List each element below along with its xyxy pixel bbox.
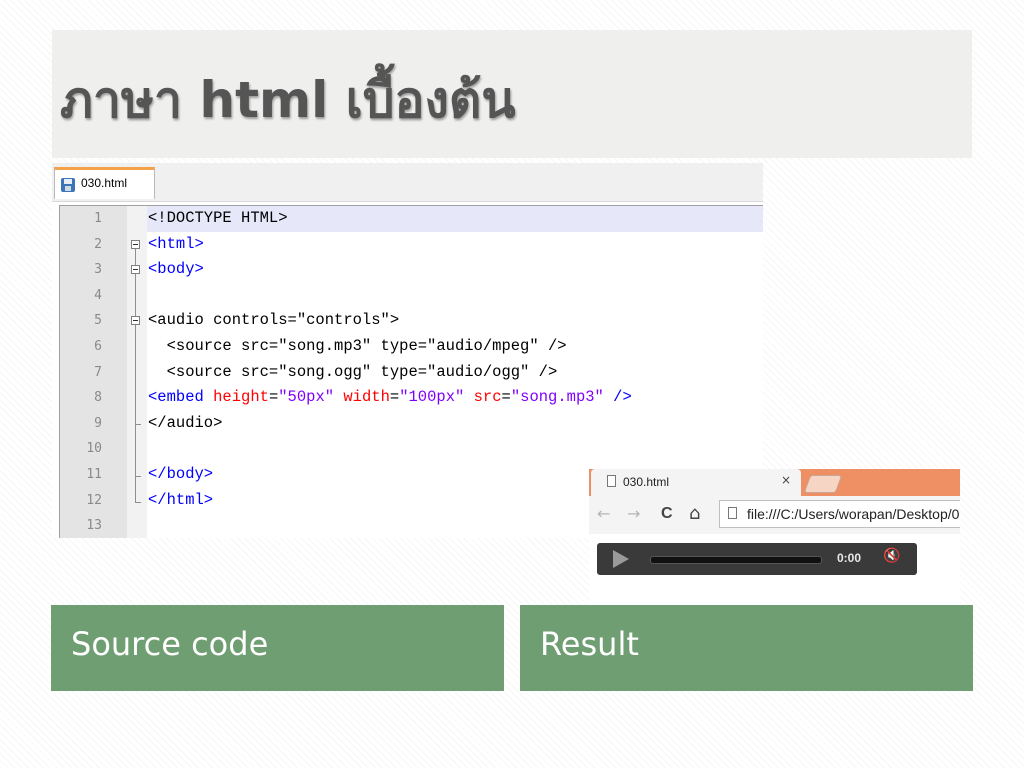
code-text: <audio controls="controls"> — [148, 311, 400, 330]
line-number: 2 — [94, 236, 102, 252]
code-text: <source src="song.ogg" type="audio/ogg" … — [148, 362, 558, 381]
code-text: <body> — [148, 260, 204, 279]
line-number: 13 — [86, 518, 102, 534]
code-text: <!DOCTYPE HTML> — [148, 209, 288, 227]
seek-bar[interactable] — [650, 556, 822, 564]
fold-end-tick — [135, 424, 141, 425]
address-bar[interactable]: file:///C:/Users/worapan/Desktop/030.htm… — [719, 500, 960, 528]
slide-title: ภาษา html เบื้องต้น — [60, 71, 516, 129]
new-tab-button[interactable] — [803, 475, 843, 493]
fold-line — [135, 249, 136, 265]
code-text: <embed height="50px" width="100px" src="… — [148, 388, 632, 407]
browser-tab-strip: 030.html × — [589, 469, 960, 496]
fold-line — [135, 476, 136, 502]
code-line: 3 <body> — [60, 257, 763, 283]
browser-tab-030[interactable]: 030.html × — [591, 469, 801, 496]
code-text: <html> — [148, 234, 204, 253]
fold-line — [135, 426, 136, 476]
line-number: 3 — [94, 262, 102, 278]
audio-player: 0:00 🔇 — [597, 543, 917, 575]
line-number: 1 — [94, 211, 102, 226]
code-line: 8 <embed height="50px" width="100px" src=… — [60, 385, 763, 411]
editor-tab-030[interactable]: 030.html — [54, 167, 155, 199]
reload-icon[interactable]: C — [661, 504, 673, 524]
code-line: 7 <source src="song.ogg" type="audio/ogg… — [60, 360, 763, 386]
forward-arrow-icon[interactable]: → — [627, 504, 640, 524]
fold-line — [135, 274, 136, 316]
back-arrow-icon[interactable]: ← — [597, 504, 610, 524]
code-text: <source src="song.mp3" type="audio/mpeg"… — [148, 337, 567, 355]
fold-toggle-audio[interactable] — [131, 316, 140, 325]
browser-toolbar: ← → C ⌂ file:///C:/Users/worapan/Desktop… — [589, 496, 960, 534]
code-text: </body> — [148, 465, 214, 483]
caption-result-label: Result — [540, 625, 639, 663]
code-line: 1 <!DOCTYPE HTML> — [60, 206, 763, 232]
line-number: 4 — [94, 287, 102, 303]
browser-window: 030.html × ← → C ⌂ file:///C:/Users/wora… — [589, 469, 960, 607]
page-icon — [607, 475, 616, 487]
line-number: 5 — [94, 313, 102, 329]
code-line: 4 — [60, 283, 763, 309]
page-icon — [728, 507, 737, 519]
line-number: 7 — [94, 364, 102, 380]
line-number: 10 — [86, 441, 102, 457]
code-line: 9 </audio> — [60, 411, 763, 437]
play-icon[interactable] — [613, 550, 629, 568]
line-number: 11 — [86, 467, 102, 482]
fold-toggle-body[interactable] — [131, 265, 140, 274]
save-file-icon — [61, 178, 75, 192]
line-number: 9 — [94, 415, 102, 431]
close-icon[interactable]: × — [781, 473, 791, 487]
line-number: 8 — [94, 390, 102, 406]
editor-tab-bar: 030.html — [52, 163, 763, 202]
browser-tab-title: 030.html — [623, 475, 670, 489]
home-icon[interactable]: ⌂ — [689, 504, 700, 524]
caption-source-code-label: Source code — [71, 625, 269, 663]
address-bar-url: file:///C:/Users/worapan/Desktop/030.htm… — [747, 506, 960, 522]
caption-result: Result — [520, 605, 973, 691]
fold-toggle-html[interactable] — [131, 240, 140, 249]
caption-source-code: Source code — [51, 605, 504, 691]
mute-icon[interactable]: 🔇 — [883, 548, 900, 564]
code-line: 2 <html> — [60, 232, 763, 258]
code-text: </audio> — [148, 413, 223, 432]
code-line: 10 — [60, 436, 763, 462]
line-number: 12 — [86, 492, 102, 508]
fold-end-tick — [135, 502, 141, 503]
time-label: 0:00 — [837, 551, 862, 565]
line-number: 6 — [94, 339, 102, 354]
editor-tab-label: 030.html — [81, 176, 128, 190]
code-line: 6 <source src="song.mp3" type="audio/mpe… — [60, 334, 763, 360]
code-line: 5 <audio controls="controls"> — [60, 308, 763, 334]
code-text: </html> — [148, 490, 214, 509]
fold-line — [135, 325, 136, 426]
